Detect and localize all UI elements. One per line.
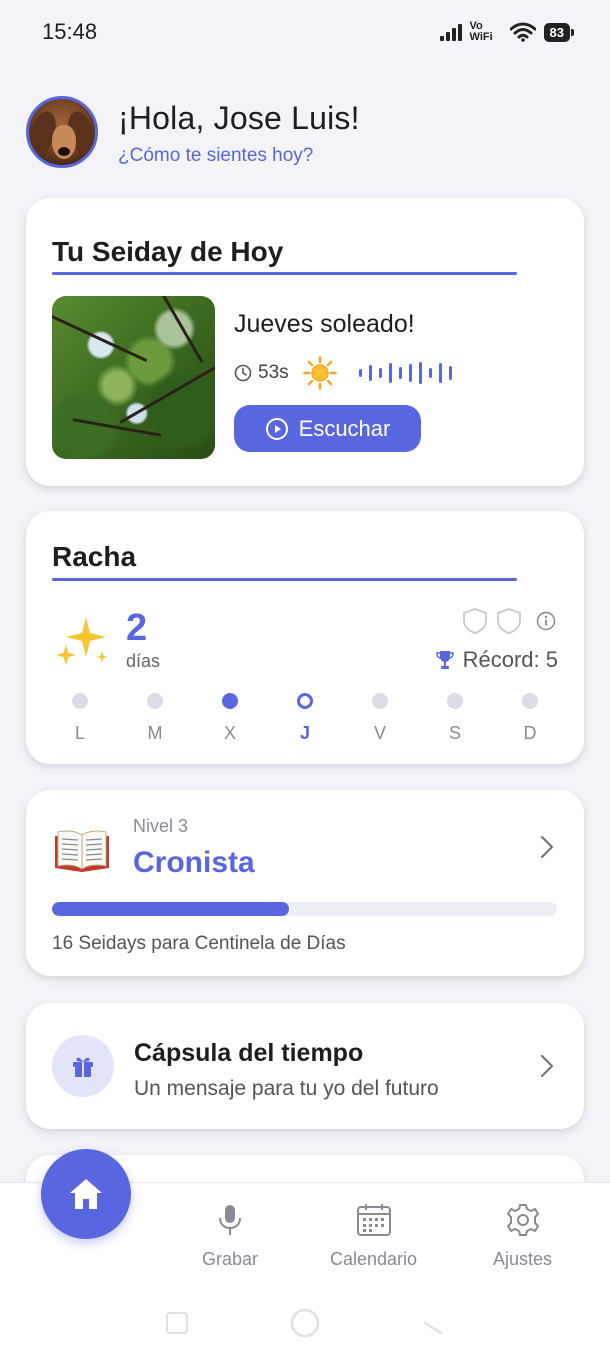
seiday-today-card[interactable]: Tu Seiday de Hoy Jueves soleado! 53s Esc…	[26, 198, 584, 486]
sun-icon	[302, 356, 337, 390]
weekday-item: D	[510, 693, 550, 744]
duration-label: 53s	[258, 362, 289, 383]
bottom-navigation: Grabar Calendario Ajustes	[0, 1149, 610, 1356]
time-capsule-card[interactable]: Cápsula del tiempo Un mensaje para tu yo…	[26, 1003, 584, 1129]
seiday-card-title: Tu Seiday de Hoy	[52, 236, 284, 267]
status-bar: 15:48 Vo WiFi 83	[0, 0, 610, 64]
streak-unit: días	[126, 651, 161, 671]
greeting-header: ¡Hola, Jose Luis! ¿Cómo te sientes hoy?	[26, 96, 360, 168]
weekday-dot	[447, 693, 463, 709]
recents-icon[interactable]	[165, 1311, 189, 1335]
home-icon	[70, 1179, 102, 1209]
streak-shields	[462, 607, 556, 635]
nav-label-calendario: Calendario	[330, 1249, 418, 1269]
weekday-item: S	[435, 693, 475, 744]
home-system-icon[interactable]	[289, 1307, 321, 1339]
weekday-dot-today	[297, 693, 313, 709]
weekday-label: M	[147, 723, 163, 743]
weekday-label: L	[74, 723, 85, 743]
weekday-item: L	[60, 693, 100, 744]
play-icon	[265, 417, 288, 440]
weekday-dot	[72, 693, 88, 709]
gift-icon-badge	[52, 1035, 114, 1097]
weekday-label: V	[373, 723, 386, 743]
weekday-item-today: J	[285, 693, 325, 744]
seiday-meta: 53s	[234, 356, 452, 390]
signal-icon	[439, 23, 462, 41]
trophy-icon	[435, 651, 454, 669]
capsule-title: Cápsula del tiempo	[134, 1039, 364, 1067]
status-icons: Vo WiFi 83	[439, 20, 575, 43]
shield-icon	[463, 608, 487, 634]
info-icon[interactable]	[536, 611, 556, 631]
level-progress-bar	[52, 902, 557, 916]
listen-label: Escuchar	[298, 415, 391, 441]
home-button[interactable]	[41, 1149, 131, 1239]
weekday-item: M	[135, 693, 175, 744]
level-progress-fill	[52, 902, 290, 916]
nav-label-ajustes: Ajustes	[493, 1249, 553, 1269]
level-card[interactable]: Nivel 3 Cronista 16 Seidays para Centine…	[26, 790, 584, 976]
nav-label-grabar: Grabar	[202, 1249, 259, 1269]
calendar-icon	[356, 1204, 391, 1236]
status-time: 15:48	[42, 19, 98, 44]
weekday-dot	[147, 693, 163, 709]
vowifi-label: Vo WiFi	[469, 20, 493, 43]
chevron-right-icon[interactable]	[540, 1054, 554, 1078]
nav-item-ajustes[interactable]: Ajustes	[493, 1203, 552, 1270]
mood-prompt-link[interactable]: ¿Cómo te sientes hoy?	[118, 145, 360, 167]
listen-button[interactable]: Escuchar	[234, 405, 421, 452]
wifi-icon	[509, 22, 536, 42]
weekday-dot	[522, 693, 538, 709]
weekday-dot	[372, 693, 388, 709]
audio-waveform	[358, 361, 452, 385]
level-caption: 16 Seidays para Centinela de Días	[52, 933, 346, 954]
greeting-title: ¡Hola, Jose Luis!	[118, 100, 360, 136]
level-name: Cronista	[133, 846, 255, 879]
weekday-label: S	[448, 723, 461, 743]
nav-item-calendario[interactable]: Calendario	[330, 1203, 417, 1270]
mic-icon	[219, 1205, 242, 1235]
weekday-tracker: L M X J V S D	[52, 693, 558, 744]
streak-count: 2	[126, 607, 148, 649]
weekday-label: D	[523, 723, 537, 743]
gift-icon	[73, 1057, 93, 1077]
title-underline	[52, 272, 517, 275]
clock-icon	[234, 364, 252, 382]
weekday-item: X	[210, 693, 250, 744]
open-book-icon	[55, 830, 109, 872]
sparkles-icon	[56, 617, 108, 665]
capsule-subtitle: Un mensaje para tu yo del futuro	[134, 1077, 439, 1100]
chevron-right-icon[interactable]	[540, 835, 554, 859]
avatar[interactable]	[26, 96, 98, 168]
seiday-photo[interactable]	[52, 296, 215, 459]
streak-card[interactable]: Racha 2 días Récord: 5 L M X J V S D	[26, 511, 584, 764]
duration: 53s	[234, 362, 289, 384]
battery-indicator: 83	[543, 22, 575, 42]
weekday-dot-completed	[222, 693, 238, 709]
weekday-label: X	[223, 723, 236, 743]
streak-card-title: Racha	[52, 541, 137, 572]
title-underline	[52, 578, 517, 581]
back-icon[interactable]	[421, 1311, 445, 1335]
seiday-entry-title: Jueves soleado!	[234, 310, 415, 338]
record-text: Récord: 5	[462, 647, 558, 672]
weekday-label: J	[299, 723, 310, 743]
shield-icon	[497, 608, 521, 634]
system-navigation-bar	[0, 1303, 610, 1343]
level-number: Nivel 3	[133, 816, 189, 836]
record-label: Récord: 5	[435, 647, 558, 673]
gear-icon	[506, 1204, 539, 1236]
weekday-item: V	[360, 693, 400, 744]
nav-item-grabar[interactable]: Grabar	[202, 1203, 258, 1270]
